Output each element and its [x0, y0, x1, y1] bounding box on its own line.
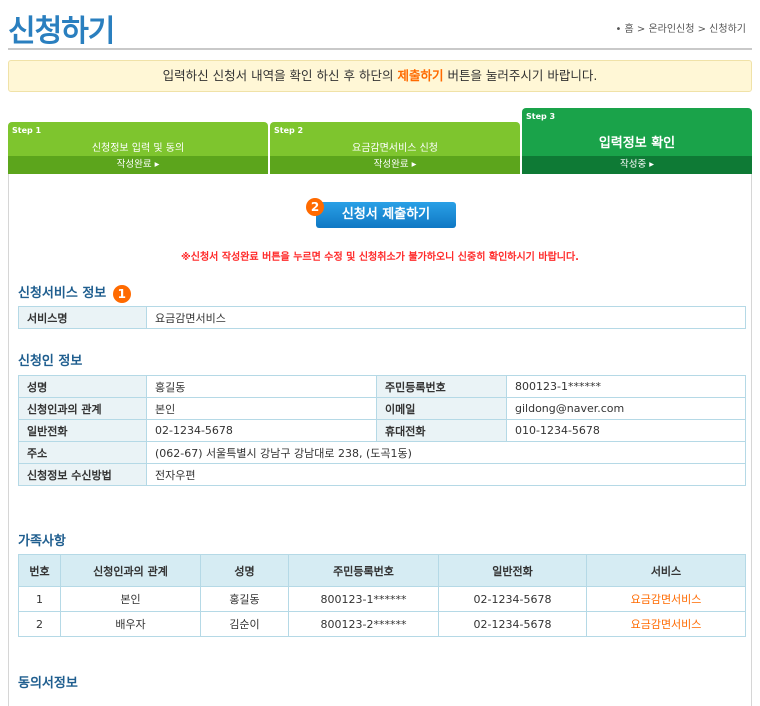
- family-cell: 김순이: [200, 611, 289, 637]
- step-2-header: Step 2 요금감면서비스 신청: [270, 122, 520, 156]
- submit-button[interactable]: 신청서 제출하기: [316, 202, 456, 228]
- step-badge-2: 2: [306, 198, 324, 216]
- column-header: 성명: [200, 554, 289, 587]
- applicant-value: 010-1234-5678: [506, 419, 746, 442]
- family-cell: 홍길동: [200, 586, 289, 612]
- notice-suffix: 버튼을 눌러주시기 바랍니다.: [443, 68, 598, 83]
- step-3-header: Step 3 입력정보 확인: [522, 108, 752, 156]
- notice-highlight: 제출하기: [397, 68, 444, 83]
- family-info-title: 가족사항: [18, 534, 66, 549]
- receive-method-value: 전자우편: [146, 463, 746, 486]
- table-row: 주소 (062-67) 서울특별시 강남구 강남대로 238, (도곡1동): [18, 441, 746, 464]
- applicant-value: gildong@naver.com: [506, 397, 746, 420]
- family-cell: 1: [18, 586, 61, 612]
- column-header: 일반전화: [438, 554, 587, 587]
- table-row: 신청정보 수신방법 전자우편: [18, 463, 746, 486]
- notice-banner: 입력하신 신청서 내역을 확인 하신 후 하단의 제출하기 버튼을 눌러주시기 …: [8, 60, 752, 92]
- column-header: 주민등록번호: [288, 554, 439, 587]
- applicant-label: 휴대전화: [376, 419, 507, 442]
- table-row: 1 본인 홍길동 800123-1****** 02-1234-5678 요금감…: [18, 586, 746, 612]
- step-2-number: Step 2: [274, 126, 304, 135]
- family-cell: 02-1234-5678: [438, 611, 587, 637]
- submit-warning: ※신청서 작성완료 버튼을 누르면 수정 및 신청취소가 불가하오니 신중히 확…: [181, 252, 579, 263]
- applicant-value: 홍길동: [146, 375, 377, 398]
- applicant-label: 일반전화: [18, 419, 147, 442]
- family-cell: 2: [18, 611, 61, 637]
- column-header: 신청인과의 관계: [60, 554, 201, 587]
- receive-method-label: 신청정보 수신방법: [18, 463, 147, 486]
- applicant-value: 본인: [146, 397, 377, 420]
- applicant-label: 신청인과의 관계: [18, 397, 147, 420]
- table-row: 성명 홍길동 주민등록번호 800123-1******: [18, 375, 746, 398]
- service-info-table: 서비스명 요금감면서비스: [18, 306, 746, 329]
- address-value: (062-67) 서울특별시 강남구 강남대로 238, (도곡1동): [146, 441, 746, 464]
- service-name-value: 요금감면서비스: [146, 306, 746, 329]
- page-title: 신청하기: [8, 14, 115, 49]
- step-badge-1: 1: [112, 284, 131, 303]
- family-cell: 800123-2******: [288, 611, 439, 637]
- title-divider: [8, 48, 752, 50]
- step-1-label: 신청정보 입력 및 동의: [91, 143, 185, 154]
- address-label: 주소: [18, 441, 147, 464]
- service-link[interactable]: 요금감면서비스: [586, 586, 746, 612]
- step-2: Step 2 요금감면서비스 신청 작성완료 ▸: [270, 122, 520, 174]
- service-info-title-text: 신청서비스 정보: [18, 286, 107, 301]
- column-header: 서비스: [586, 554, 746, 587]
- step-1-number: Step 1: [12, 126, 42, 135]
- breadcrumb: • 홈 > 온라인신청 > 신청하기: [615, 24, 746, 35]
- step-1: Step 1 신청정보 입력 및 동의 작성완료 ▸: [8, 122, 268, 174]
- service-link[interactable]: 요금감면서비스: [586, 611, 746, 637]
- step-2-status: 작성완료 ▸: [270, 156, 520, 174]
- family-cell: 02-1234-5678: [438, 586, 587, 612]
- applicant-label: 이메일: [376, 397, 507, 420]
- step-3: Step 3 입력정보 확인 작성중 ▸: [522, 108, 752, 174]
- table-header-row: 번호 신청인과의 관계 성명 주민등록번호 일반전화 서비스: [18, 554, 746, 587]
- table-row: 서비스명 요금감면서비스: [18, 306, 746, 329]
- step-1-status: 작성완료 ▸: [8, 156, 268, 174]
- column-header: 번호: [18, 554, 61, 587]
- applicant-label: 성명: [18, 375, 147, 398]
- table-row: 일반전화 02-1234-5678 휴대전화 010-1234-5678: [18, 419, 746, 442]
- step-indicator: Step 1 신청정보 입력 및 동의 작성완료 ▸ Step 2 요금감면서비…: [8, 108, 752, 174]
- table-row: 신청인과의 관계 본인 이메일 gildong@naver.com: [18, 397, 746, 420]
- service-name-label: 서비스명: [18, 306, 147, 329]
- step-3-label: 입력정보 확인: [598, 136, 676, 151]
- family-table: 번호 신청인과의 관계 성명 주민등록번호 일반전화 서비스 1 본인 홍길동 …: [18, 554, 746, 637]
- applicant-value: 02-1234-5678: [146, 419, 377, 442]
- family-cell: 800123-1******: [288, 586, 439, 612]
- notice-prefix: 입력하신 신청서 내역을 확인 하신 후 하단의: [162, 68, 398, 83]
- applicant-info-table: 성명 홍길동 주민등록번호 800123-1****** 신청인과의 관계 본인…: [18, 375, 746, 486]
- table-row: 2 배우자 김순이 800123-2****** 02-1234-5678 요금…: [18, 611, 746, 637]
- service-info-title: 신청서비스 정보 1: [18, 282, 131, 303]
- family-cell: 본인: [60, 586, 201, 612]
- family-cell: 배우자: [60, 611, 201, 637]
- applicant-value: 800123-1******: [506, 375, 746, 398]
- step-2-label: 요금감면서비스 신청: [352, 143, 438, 154]
- applicant-label: 주민등록번호: [376, 375, 507, 398]
- step-3-status: 작성중 ▸: [522, 156, 752, 174]
- applicant-info-title: 신청인 정보: [18, 354, 83, 369]
- consent-info-title: 동의서정보: [18, 676, 78, 691]
- step-1-header: Step 1 신청정보 입력 및 동의: [8, 122, 268, 156]
- step-3-number: Step 3: [526, 112, 556, 121]
